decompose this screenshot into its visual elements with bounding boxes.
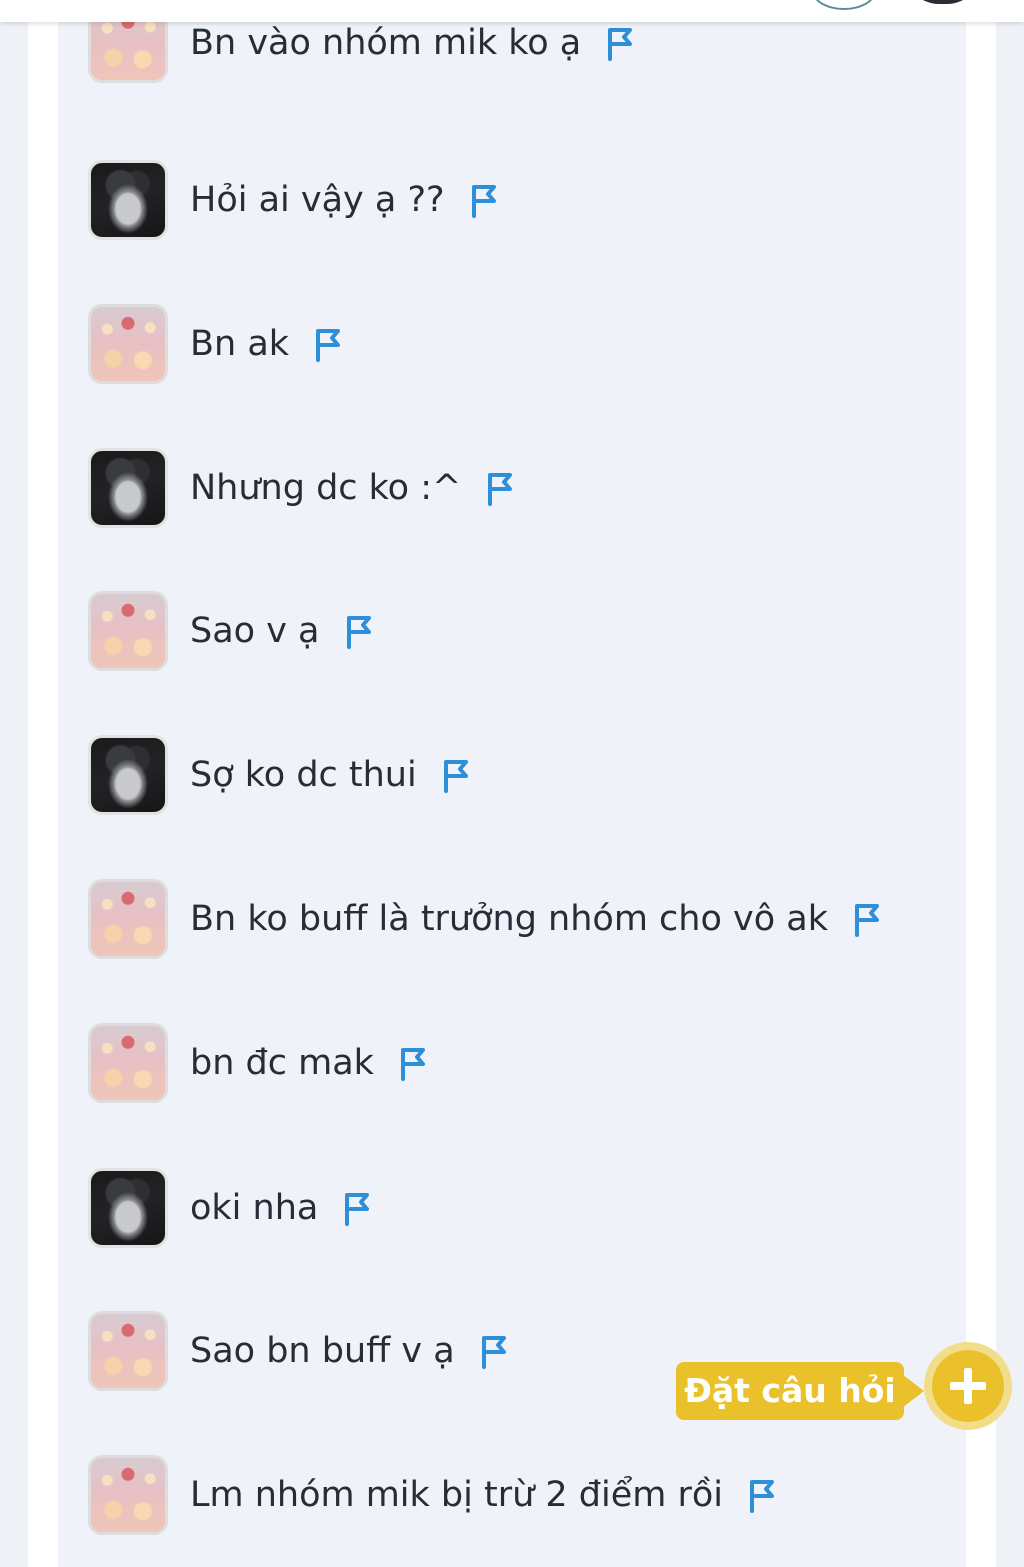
chat-message: bn đc mak	[88, 1021, 428, 1105]
ask-question-label-box[interactable]: Đặt câu hỏi	[676, 1362, 924, 1420]
pink-girl-avatar[interactable]	[88, 304, 168, 384]
dark-hair-avatar[interactable]	[88, 160, 168, 240]
chat-message: Lm nhóm mik bị trừ 2 điểm rồi	[88, 1453, 777, 1537]
message-text: oki nha	[190, 1187, 319, 1228]
message-text: Hỏi ai vậy ạ ??	[190, 179, 445, 220]
chat-message: Sợ ko dc thui	[88, 733, 471, 817]
message-text: bn đc mak	[190, 1042, 374, 1083]
report-flag-icon[interactable]	[469, 182, 499, 218]
pink-girl-avatar[interactable]	[88, 591, 168, 671]
report-flag-icon[interactable]	[344, 613, 374, 649]
report-flag-icon[interactable]	[852, 901, 882, 937]
plus-icon-inner[interactable]	[932, 1350, 1004, 1422]
report-flag-icon[interactable]	[313, 326, 343, 362]
report-flag-icon[interactable]	[747, 1477, 777, 1513]
message-text: Sao v ạ	[190, 610, 320, 651]
pink-girl-avatar[interactable]	[88, 1455, 168, 1535]
chat-message: Hỏi ai vậy ạ ??	[88, 158, 499, 242]
nav-icon-button[interactable]	[812, 0, 876, 10]
pink-girl-avatar[interactable]	[88, 1023, 168, 1103]
pink-girl-avatar[interactable]	[88, 1311, 168, 1391]
message-text: Sao bn buff v ạ	[190, 1330, 455, 1371]
dark-hair-avatar[interactable]	[88, 1168, 168, 1248]
message-text: Nhưng dc ko :^	[190, 467, 462, 508]
message-text: Lm nhóm mik bị trừ 2 điểm rồi	[190, 1474, 724, 1515]
report-flag-icon[interactable]	[398, 1045, 428, 1081]
top-navigation-bar	[0, 0, 1024, 22]
ask-question-button[interactable]: Đặt câu hỏi	[676, 1342, 1016, 1432]
chat-message: Bn ko buff là trưởng nhóm cho vô ak	[88, 877, 882, 961]
message-text: Bn vào nhóm mik ko ạ	[190, 22, 582, 63]
message-text: Sợ ko dc thui	[190, 754, 417, 795]
ask-question-label[interactable]: Đặt câu hỏi	[676, 1362, 904, 1420]
report-flag-icon[interactable]	[485, 470, 515, 506]
message-text: Bn ak	[190, 323, 290, 364]
report-flag-icon[interactable]	[441, 757, 471, 793]
plus-icon[interactable]	[924, 1342, 1012, 1430]
message-text: Bn ko buff là trưởng nhóm cho vô ak	[190, 898, 828, 939]
report-flag-icon[interactable]	[342, 1190, 372, 1226]
dark-hair-avatar[interactable]	[88, 448, 168, 528]
pink-girl-avatar[interactable]	[88, 879, 168, 959]
chat-message: oki nha	[88, 1166, 372, 1250]
user-avatar[interactable]	[905, 0, 981, 4]
report-flag-icon[interactable]	[479, 1333, 509, 1369]
chat-message: Bn ak	[88, 302, 343, 386]
dark-hair-avatar[interactable]	[88, 735, 168, 815]
chat-message: Sao v ạ	[88, 589, 374, 673]
chat-message: Nhưng dc ko :^	[88, 446, 515, 530]
report-flag-icon[interactable]	[605, 25, 635, 61]
chat-message: Sao bn buff v ạ	[88, 1309, 509, 1393]
